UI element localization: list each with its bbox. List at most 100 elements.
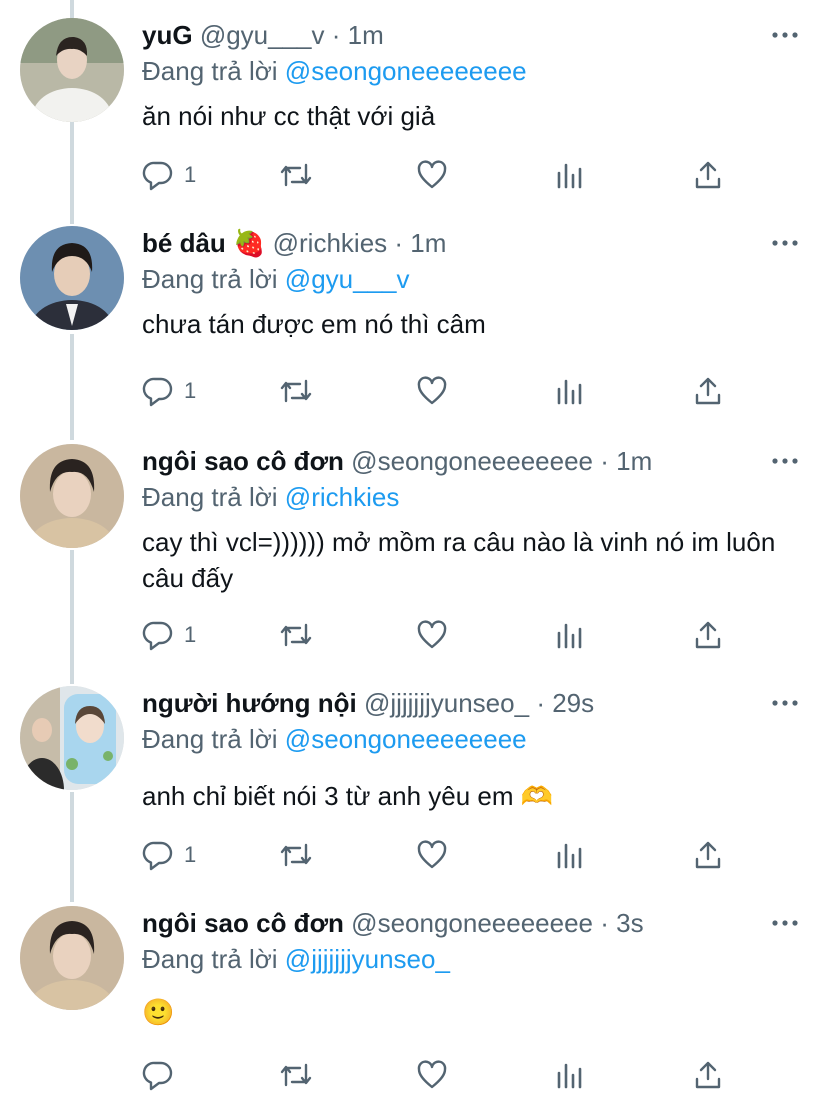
- retweet-icon: [280, 623, 312, 647]
- replying-to: Đang trả lời @seongoneeeeeeee: [142, 54, 527, 88]
- retweet-icon: [280, 1063, 312, 1087]
- replying-to: Đang trả lời @richkies: [142, 480, 399, 514]
- tweet[interactable]: bé dâu 🍓 @richkies · 1m Đang trả lời @gy…: [0, 226, 828, 426]
- reply-icon: [142, 161, 173, 191]
- more-icon[interactable]: [770, 686, 800, 720]
- timestamp[interactable]: 1m: [616, 446, 652, 476]
- replying-to: Đang trả lời @gyu___v: [142, 262, 410, 296]
- analytics-button[interactable]: [554, 618, 586, 652]
- reply-button[interactable]: 1: [142, 374, 196, 408]
- mention-link[interactable]: @seongoneeeeeeee: [285, 724, 527, 754]
- share-button[interactable]: [692, 374, 724, 408]
- reply-button[interactable]: 1: [142, 158, 196, 192]
- analytics-icon: [557, 1063, 582, 1089]
- tweet-header: ngôi sao cô đơn @seongoneeeeeeee · 1m: [142, 444, 758, 478]
- tweet[interactable]: ngôi sao cô đơn @seongoneeeeeeee · 1m Đa…: [0, 444, 828, 664]
- mention-link[interactable]: @jjjjjjjyunseo_: [285, 944, 450, 974]
- share-button[interactable]: [692, 838, 724, 872]
- avatar[interactable]: [20, 226, 124, 330]
- reply-icon: [142, 621, 173, 651]
- user-handle[interactable]: @jjjjjjjyunseo_: [364, 688, 529, 718]
- share-button[interactable]: [692, 158, 724, 192]
- display-name[interactable]: yuG: [142, 20, 193, 50]
- like-button[interactable]: [416, 618, 448, 652]
- like-button[interactable]: [416, 1058, 448, 1092]
- timestamp[interactable]: 29s: [552, 688, 594, 718]
- retweet-button[interactable]: [278, 1058, 314, 1092]
- timestamp[interactable]: 1m: [348, 20, 384, 50]
- tweet-text: cay thì vcl=)))))) mở mồm ra câu nào là …: [142, 527, 776, 593]
- analytics-icon: [557, 843, 582, 869]
- user-handle[interactable]: @seongoneeeeeeee: [351, 908, 593, 938]
- separator-dot: ·: [536, 688, 545, 718]
- more-icon[interactable]: [770, 906, 800, 940]
- tweet-text: ăn nói như cc thật với giả: [142, 101, 436, 131]
- avatar[interactable]: [20, 686, 124, 790]
- tweet-text: 🙂: [142, 997, 175, 1027]
- user-handle[interactable]: @seongoneeeeeeee: [351, 446, 593, 476]
- retweet-button[interactable]: [278, 374, 314, 408]
- user-handle[interactable]: @richkies: [273, 228, 388, 258]
- analytics-button[interactable]: [554, 374, 586, 408]
- tweet-text: chưa tán được em nó thì câm: [142, 309, 486, 339]
- tweet-text: anh chỉ biết nói 3 từ anh yêu em 🫶: [142, 781, 554, 811]
- reply-icon: [142, 1061, 173, 1091]
- action-bar: 1: [142, 374, 742, 408]
- action-bar: [142, 1058, 742, 1092]
- tweet-header: người hướng nội @jjjjjjjyunseo_ · 29s: [142, 686, 758, 720]
- share-icon: [695, 621, 721, 649]
- mention-link[interactable]: @gyu___v: [285, 264, 410, 294]
- share-icon: [695, 1061, 721, 1089]
- retweet-button[interactable]: [278, 838, 314, 872]
- thread-line: [70, 0, 74, 18]
- display-name[interactable]: ngôi sao cô đơn: [142, 446, 344, 476]
- analytics-button[interactable]: [554, 838, 586, 872]
- tweet-header: bé dâu 🍓 @richkies · 1m: [142, 226, 758, 260]
- reply-count: 1: [184, 162, 197, 187]
- tweet[interactable]: ngôi sao cô đơn @seongoneeeeeeee · 3s Đa…: [0, 906, 828, 1095]
- like-button[interactable]: [416, 374, 448, 408]
- replying-to: Đang trả lời @seongoneeeeeeee: [142, 722, 527, 756]
- tweet[interactable]: yuG @gyu___v · 1m Đang trả lời @seongone…: [0, 18, 828, 218]
- avatar[interactable]: [20, 18, 124, 122]
- more-icon[interactable]: [770, 444, 800, 478]
- retweet-button[interactable]: [278, 158, 314, 192]
- replying-to-label: Đang trả lời: [142, 944, 278, 974]
- separator-dot: ·: [600, 908, 609, 938]
- share-button[interactable]: [692, 618, 724, 652]
- reply-count: 1: [184, 842, 197, 867]
- share-icon: [695, 161, 721, 189]
- timestamp[interactable]: 1m: [410, 228, 446, 258]
- like-icon: [417, 840, 447, 869]
- more-icon[interactable]: [770, 226, 800, 260]
- user-handle[interactable]: @gyu___v: [200, 20, 325, 50]
- share-button[interactable]: [692, 1058, 724, 1092]
- display-name[interactable]: người hướng nội: [142, 688, 357, 718]
- like-button[interactable]: [416, 838, 448, 872]
- like-button[interactable]: [416, 158, 448, 192]
- reply-button[interactable]: 1: [142, 618, 196, 652]
- timestamp[interactable]: 3s: [616, 908, 643, 938]
- replying-to-label: Đang trả lời: [142, 724, 278, 754]
- replying-to: Đang trả lời @jjjjjjjyunseo_: [142, 942, 450, 976]
- analytics-icon: [557, 379, 582, 405]
- tweet[interactable]: người hướng nội @jjjjjjjyunseo_ · 29s Đa…: [0, 686, 828, 886]
- like-icon: [417, 620, 447, 649]
- retweet-button[interactable]: [278, 618, 314, 652]
- display-name[interactable]: bé dâu 🍓: [142, 228, 265, 258]
- analytics-button[interactable]: [554, 1058, 586, 1092]
- reply-count: 1: [184, 378, 197, 403]
- display-name[interactable]: ngôi sao cô đơn: [142, 908, 344, 938]
- analytics-icon: [557, 163, 582, 189]
- analytics-icon: [557, 623, 582, 649]
- mention-link[interactable]: @richkies: [285, 482, 400, 512]
- reply-button[interactable]: [142, 1058, 184, 1092]
- avatar[interactable]: [20, 906, 124, 1010]
- analytics-button[interactable]: [554, 158, 586, 192]
- avatar[interactable]: [20, 444, 124, 548]
- mention-link[interactable]: @seongoneeeeeeee: [285, 56, 527, 86]
- reply-button[interactable]: 1: [142, 838, 196, 872]
- retweet-icon: [280, 163, 312, 187]
- more-icon[interactable]: [770, 18, 800, 52]
- action-bar: 1: [142, 618, 742, 652]
